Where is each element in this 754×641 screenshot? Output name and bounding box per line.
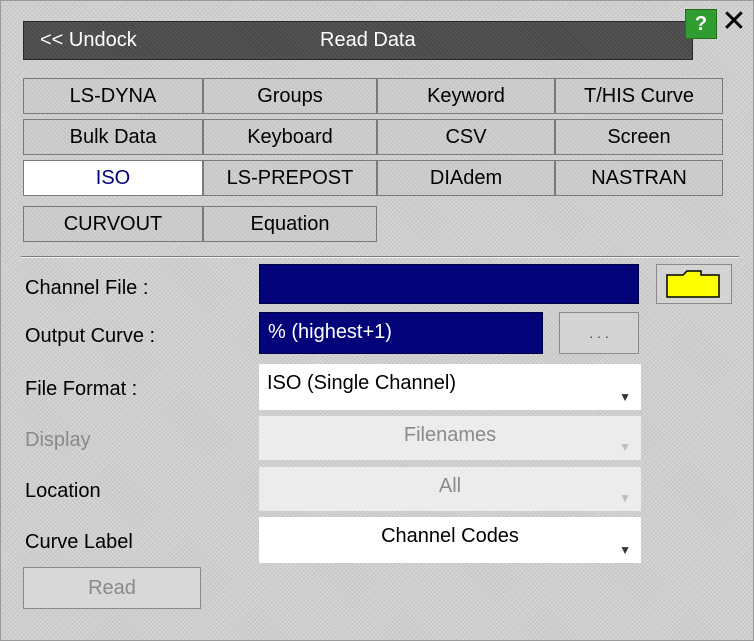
tab-groups[interactable]: Groups (203, 78, 377, 114)
tab-bulk-data[interactable]: Bulk Data (23, 119, 203, 155)
output-curve-label: Output Curve : (25, 325, 156, 347)
tab-screen[interactable]: Screen (555, 119, 723, 155)
file-format-value: ISO (Single Channel) (267, 372, 456, 394)
tab-equation[interactable]: Equation (203, 206, 377, 242)
curve-label-dropdown[interactable]: Channel Codes ▼ (259, 517, 641, 563)
display-value: Filenames (403, 424, 497, 446)
display-dropdown: Filenames ▼ (259, 416, 641, 460)
dropdown-arrow-icon: ▼ (619, 440, 631, 454)
tab-ls-dyna[interactable]: LS-DYNA (23, 78, 203, 114)
location-label: Location (25, 480, 101, 502)
location-value: All (438, 475, 462, 497)
title-bar: << Undock Read Data (23, 21, 693, 60)
read-data-panel: << Undock Read Data ? ✕ LS-DYNA Groups K… (0, 0, 754, 641)
dropdown-arrow-icon: ▼ (619, 491, 631, 505)
curve-label-label: Curve Label (25, 531, 133, 553)
tab-ls-prepost[interactable]: LS-PREPOST (203, 160, 377, 196)
read-button[interactable]: Read (23, 567, 201, 609)
help-button[interactable]: ? (685, 9, 717, 39)
section-divider (21, 256, 739, 258)
tab-keyword[interactable]: Keyword (377, 78, 555, 114)
browse-folder-button[interactable] (656, 264, 732, 304)
output-curve-browse-button[interactable]: . . . (559, 312, 639, 354)
undock-button[interactable]: << Undock (40, 29, 137, 52)
folder-icon (666, 270, 720, 298)
tab-diadem[interactable]: DIAdem (377, 160, 555, 196)
location-dropdown: All ▼ (259, 467, 641, 511)
close-button[interactable]: ✕ (717, 5, 751, 39)
dropdown-arrow-icon: ▼ (619, 543, 631, 557)
tab-csv[interactable]: CSV (377, 119, 555, 155)
tab-this-curve[interactable]: T/HIS Curve (555, 78, 723, 114)
display-label: Display (25, 429, 91, 451)
output-curve-input[interactable]: % (highest+1) (259, 312, 543, 354)
file-format-label: File Format : (25, 378, 138, 400)
curve-label-value: Channel Codes (381, 525, 519, 547)
tab-keyboard[interactable]: Keyboard (203, 119, 377, 155)
output-curve-value: % (highest+1) (268, 321, 392, 343)
tab-nastran[interactable]: NASTRAN (555, 160, 723, 196)
window-title: Read Data (320, 29, 416, 51)
tab-iso[interactable]: ISO (23, 160, 203, 196)
file-format-dropdown[interactable]: ISO (Single Channel) ▼ (259, 364, 641, 410)
tab-curvout[interactable]: CURVOUT (23, 206, 203, 242)
dropdown-arrow-icon: ▼ (619, 390, 631, 404)
channel-file-input[interactable] (259, 264, 639, 304)
channel-file-label: Channel File : (25, 277, 149, 299)
